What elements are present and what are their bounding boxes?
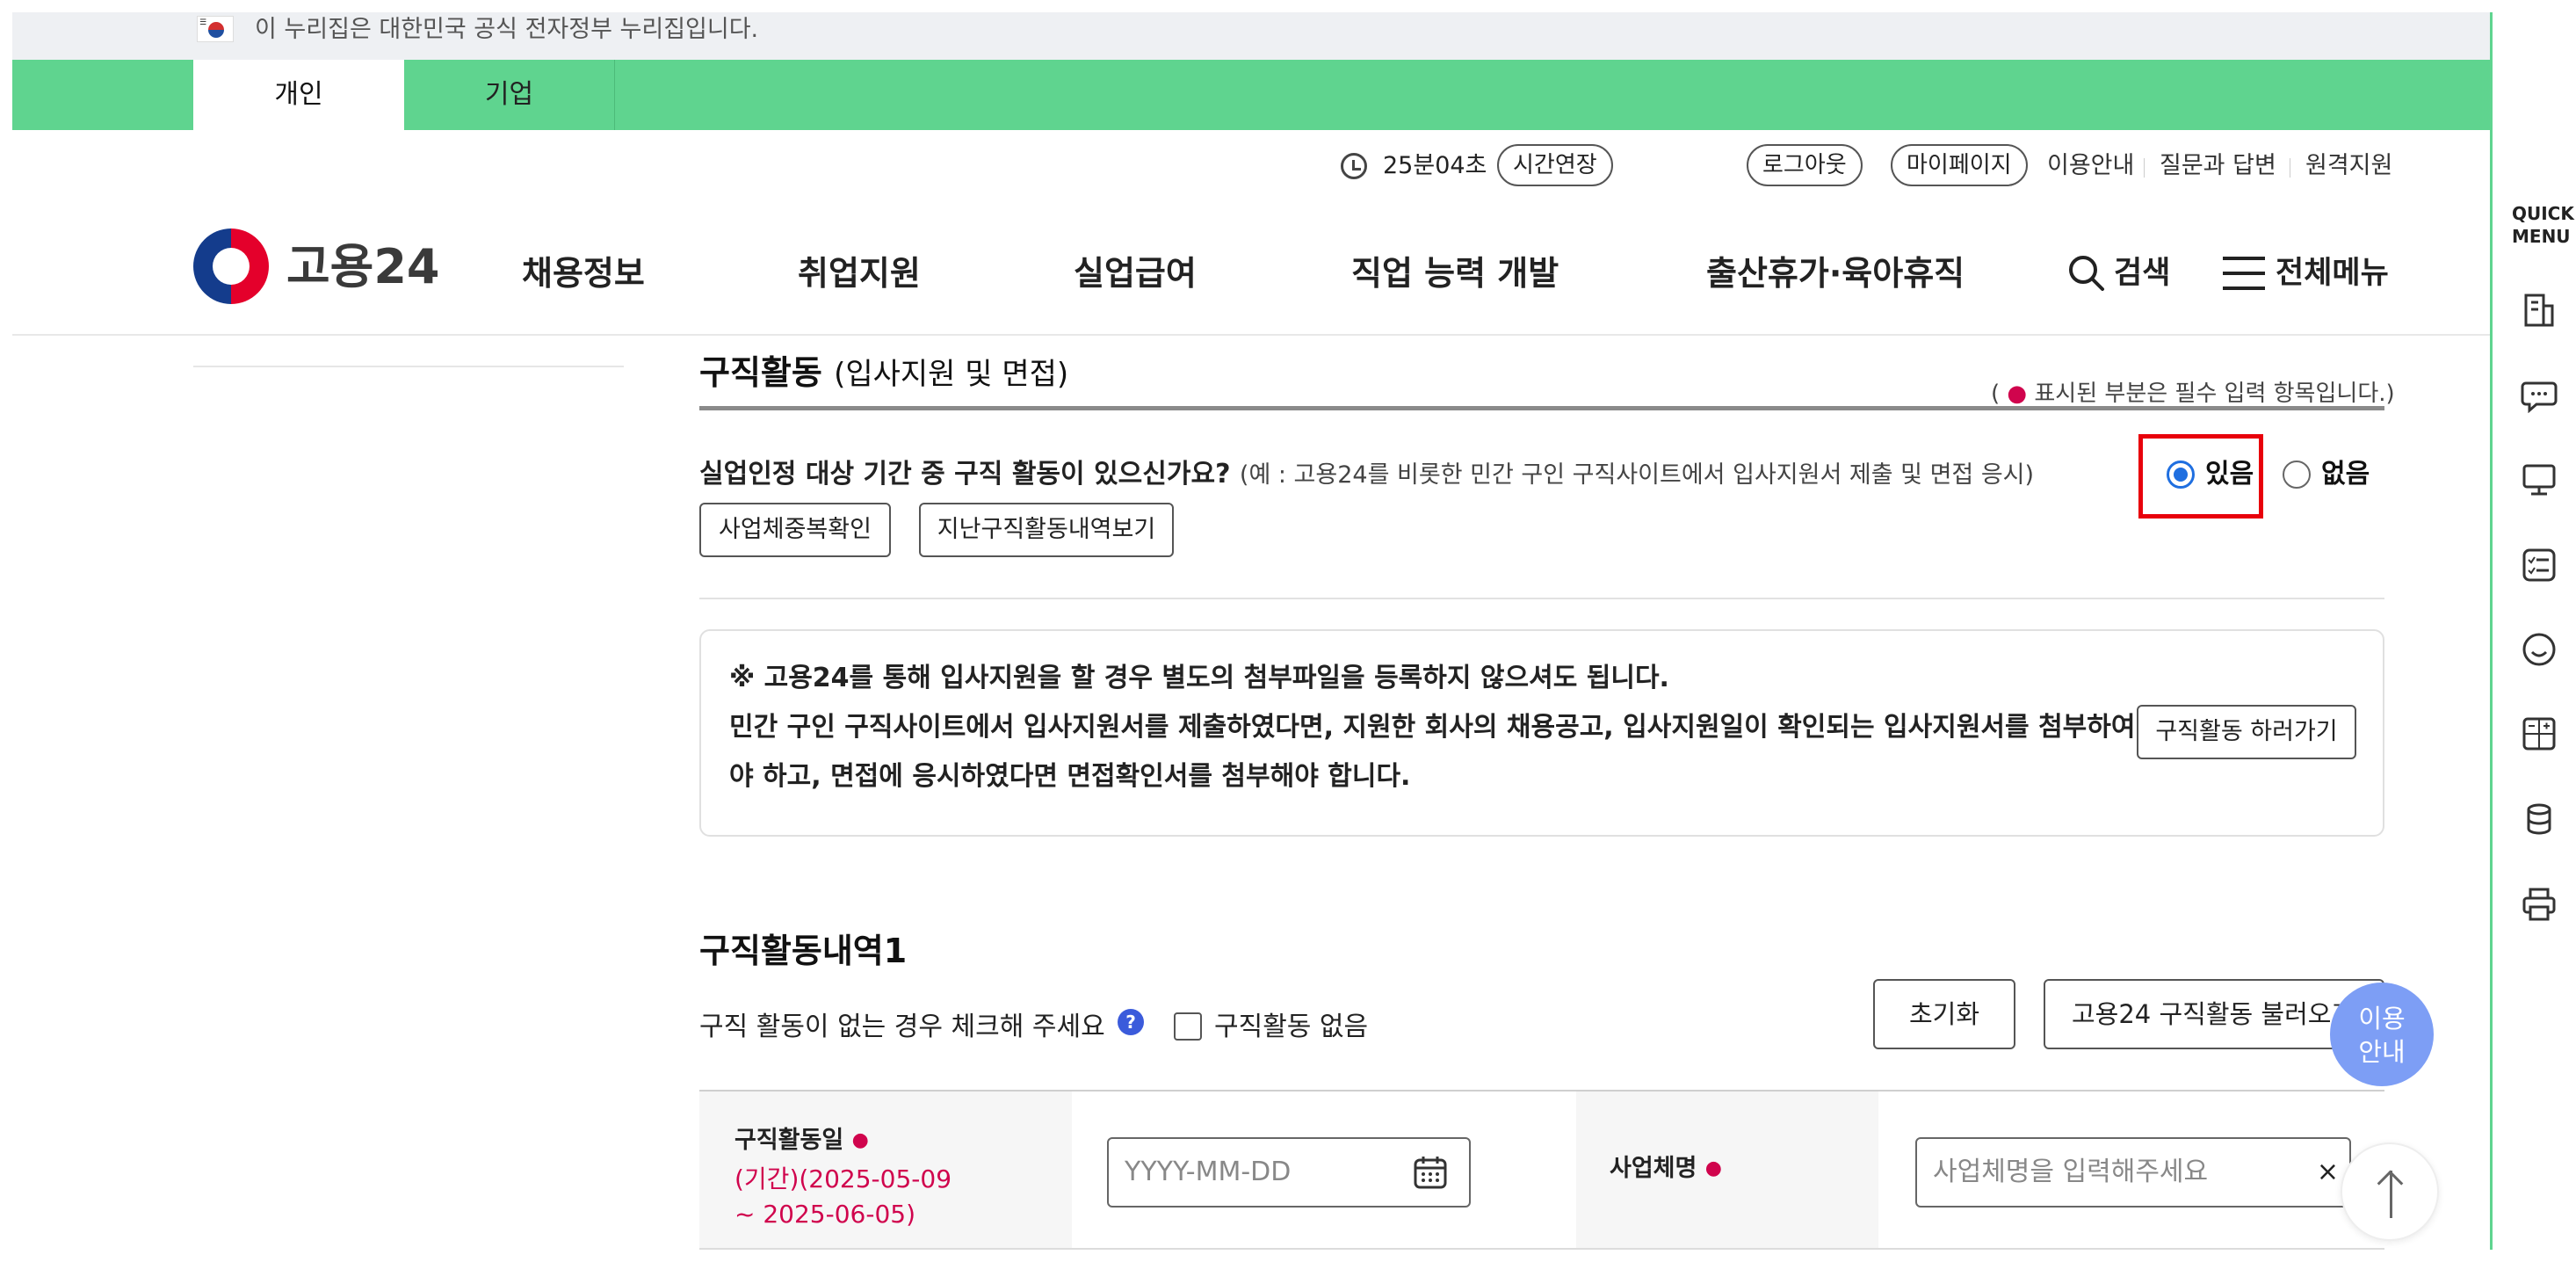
notice-line-2: 민간 구인 구직사이트에서 입사지원서를 제출하였다면, 지원한 회사의 채용공… (729, 712, 2136, 743)
required-note-prefix: ( (1991, 381, 2001, 407)
no-activity-hint: 구직 활동이 없는 경우 체크해 주세요 (699, 1012, 1105, 1042)
clear-icon[interactable]: × (2317, 1155, 2339, 1190)
chat-icon[interactable] (2521, 376, 2558, 413)
mypage-button[interactable]: 마이페이지 (1891, 144, 2028, 186)
logo-icon[interactable] (193, 228, 269, 304)
required-dot-icon: ● (1704, 1157, 1722, 1179)
question-divider (699, 598, 2384, 599)
activity-date-label-text: 구직활동일 (734, 1127, 844, 1154)
period-line-1: (기간)(2025-05-09 (734, 1164, 952, 1193)
gov-banner: 이 누리집은 대한민국 공식 전자정부 누리집입니다. (12, 12, 2492, 60)
quick-title-line-1: QUICK (2512, 203, 2574, 224)
user-type-bar: 개인 기업 (12, 60, 2492, 130)
quick-title-line-2: MENU (2512, 226, 2571, 247)
gnb-employment-support[interactable]: 취업지원 (798, 251, 921, 295)
monitor-icon[interactable] (2521, 461, 2558, 497)
go-job-activity-button[interactable]: 구직활동 하러가기 (2137, 705, 2356, 759)
question-example: (예 : 고용24를 비롯한 민간 구인 구직사이트에서 입사지원서 제출 및 … (1239, 461, 2035, 489)
header-divider (12, 334, 2492, 336)
gnb-recruit[interactable]: 채용정보 (522, 251, 645, 295)
calendar-icon[interactable] (1413, 1155, 1448, 1190)
session-timer: 25분04초 (1383, 152, 1487, 179)
scroll-top-arrow-icon[interactable] (2341, 1142, 2439, 1241)
remote-support-link[interactable]: 원격지원 (2305, 149, 2392, 183)
radio-no[interactable] (2283, 461, 2311, 489)
extend-time-button[interactable]: 시간연장 (1497, 144, 1613, 186)
activity-form-table: 구직활동일 ● (기간)(2025-05-09 ~ 2025-06-05) YY… (699, 1090, 2384, 1250)
database-icon[interactable] (2521, 801, 2558, 838)
section-title-main: 구직활동 (699, 353, 822, 392)
search-label[interactable]: 검색 (2114, 251, 2170, 295)
gnb-unemployment-benefit[interactable]: 실업급여 (1074, 251, 1197, 295)
no-activity-checkbox[interactable] (1174, 1012, 1202, 1041)
radio-yes-label[interactable]: 있음 (2205, 455, 2254, 494)
company-name-label-text: 사업체명 (1610, 1155, 1697, 1182)
company-placeholder: 사업체명을 입력해주세요 (1933, 1157, 2209, 1187)
activity-history-title: 구직활동내역1 (699, 932, 908, 970)
sidebar-divider (193, 366, 624, 367)
gnb-job-training[interactable]: 직업 능력 개발 (1351, 251, 1559, 295)
notice-line-1: ※ 고용24를 통해 입사지원을 할 경우 별도의 첨부파일을 등록하지 않으셔… (729, 663, 1669, 693)
no-activity-checkbox-label[interactable]: 구직활동 없음 (1214, 1009, 1368, 1046)
section-divider (699, 406, 2384, 410)
required-note-text: 표시된 부분은 필수 입력 항목입니다.) (2034, 381, 2395, 407)
section-title: 구직활동 (입사지원 및 면접) (699, 346, 1068, 401)
required-dot-icon: ● (851, 1129, 869, 1151)
past-activity-history-button[interactable]: 지난구직활동내역보기 (919, 503, 1174, 557)
page-frame: 이 누리집은 대한민국 공식 전자정부 누리집입니다. 개인 기업 25분04초… (12, 12, 2492, 1250)
question-text: 실업인정 대상 기간 중 구직 활동이 있으신가요? (699, 459, 1231, 490)
company-name-input[interactable]: 사업체명을 입력해주세요 × (1915, 1137, 2351, 1208)
util-divider (2144, 158, 2145, 178)
search-icon[interactable] (2066, 253, 2105, 292)
tab-personal[interactable]: 개인 (193, 60, 404, 130)
qna-link[interactable]: 질문과 답변 (2160, 149, 2276, 183)
company-name-label: 사업체명 ● (1610, 1151, 1722, 1186)
logo-text[interactable]: 고용24 (286, 239, 440, 295)
smile-icon[interactable] (2521, 631, 2558, 668)
floating-guide-button[interactable]: 이용 안내 (2330, 983, 2434, 1086)
radio-no-label[interactable]: 없음 (2321, 455, 2370, 494)
table-bottom-border (699, 1248, 2384, 1250)
notice-line-3: 야 하고, 면접에 응시하였다면 면접확인서를 첨부해야 합니다. (729, 761, 1411, 792)
guide-line-1: 이용 (2358, 1004, 2406, 1034)
hamburger-menu-icon[interactable] (2221, 255, 2267, 292)
gov-banner-text: 이 누리집은 대한민국 공식 전자정부 누리집입니다. (255, 16, 759, 43)
activity-date-label: 구직활동일 ● (734, 1123, 869, 1158)
calculator-icon[interactable] (2521, 715, 2558, 752)
reset-button[interactable]: 초기화 (1873, 979, 2015, 1049)
clock-icon (1341, 153, 1367, 179)
period-line-2: ~ 2025-06-05) (734, 1200, 916, 1229)
quick-menu: QUICK MENU (2490, 12, 2576, 1250)
building-icon[interactable] (2521, 292, 2558, 329)
activity-date-input[interactable]: YYYY-MM-DD (1107, 1137, 1471, 1208)
date-placeholder: YYYY-MM-DD (1125, 1157, 1292, 1187)
activity-question: 실업인정 대상 기간 중 구직 활동이 있으신가요? (예 : 고용24를 비롯… (699, 455, 2034, 495)
checklist-icon[interactable] (2521, 547, 2558, 584)
printer-icon[interactable] (2521, 886, 2558, 923)
business-duplicate-check-button[interactable]: 사업체중복확인 (699, 503, 891, 557)
tab-business[interactable]: 기업 (404, 60, 615, 130)
gnb-parental-leave[interactable]: 출산휴가·육아휴직 (1706, 251, 1965, 295)
required-note: ( ● 표시된 부분은 필수 입력 항목입니다.) (1991, 378, 2395, 410)
guide-link[interactable]: 이용안내 (2047, 149, 2134, 183)
radio-yes[interactable] (2167, 461, 2195, 489)
required-dot-icon: ● (2007, 381, 2028, 407)
logout-button[interactable]: 로그아웃 (1747, 144, 1863, 186)
help-icon[interactable]: ? (1118, 1009, 1144, 1035)
korea-flag-icon (197, 16, 234, 42)
notice-box: ※ 고용24를 통해 입사지원을 할 경우 별도의 첨부파일을 등록하지 않으셔… (699, 629, 2384, 837)
all-menu-label[interactable]: 전체메뉴 (2276, 251, 2389, 295)
quick-menu-title: QUICK MENU (2512, 202, 2574, 248)
guide-line-2: 안내 (2358, 1037, 2406, 1067)
section-subtitle: (입사지원 및 면접) (834, 357, 1069, 392)
